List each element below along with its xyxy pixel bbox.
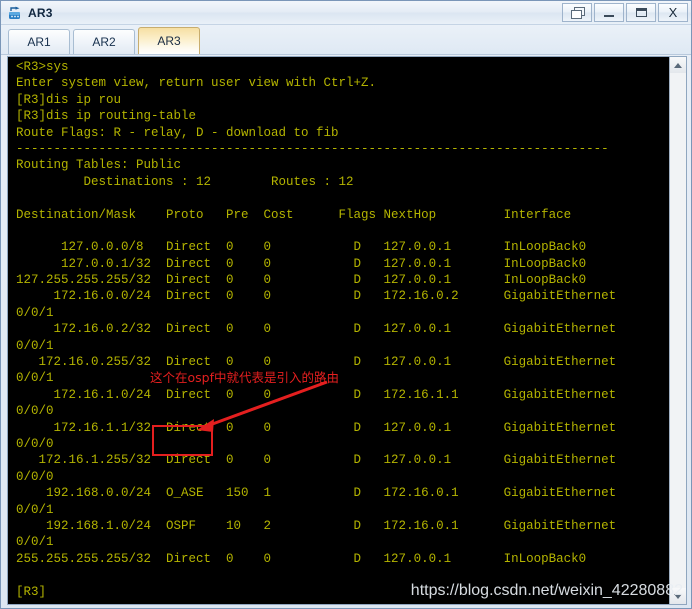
- terminal-output[interactable]: <R3>sys Enter system view, return user vi…: [8, 57, 669, 604]
- tab-ar2[interactable]: AR2: [73, 29, 135, 54]
- terminal-line: 172.16.1.0/24 Direct 0 0 D 172.16.1.1 Gi…: [16, 387, 617, 402]
- scrollbar-track[interactable]: [670, 73, 686, 588]
- terminal-line: [R3]dis ip rou: [16, 92, 122, 107]
- terminal-line: [R3]: [16, 584, 47, 599]
- terminal-line: 127.0.0.1/32 Direct 0 0 D 127.0.0.1 InLo…: [16, 256, 587, 271]
- window-title: AR3: [28, 5, 53, 20]
- terminal-line: Routing Tables: Public: [16, 158, 182, 173]
- restore-icon: [570, 7, 585, 19]
- terminal-line: 172.16.0.0/24 Direct 0 0 D 172.16.0.2 Gi…: [16, 289, 617, 304]
- terminal-line: 0/0/1: [16, 371, 54, 386]
- close-icon: X: [668, 5, 678, 20]
- router-icon: [7, 5, 23, 21]
- terminal-line: Enter system view, return user view with…: [16, 76, 377, 91]
- terminal-panel: <R3>sys Enter system view, return user vi…: [7, 56, 687, 605]
- terminal-line: [R3]dis ip routing-table: [16, 109, 197, 124]
- window-controls: X: [560, 3, 688, 22]
- terminal-line: Destination/Mask Proto Pre Cost Flags Ne…: [16, 207, 572, 222]
- terminal-line: 192.168.0.0/24 O_ASE 150 1 D 172.16.0.1 …: [16, 486, 617, 501]
- terminal-line: Destinations : 12 Routes : 12: [16, 174, 354, 189]
- terminal-line: 0/0/0: [16, 469, 54, 484]
- terminal-scrollbar[interactable]: [669, 57, 686, 604]
- close-button[interactable]: X: [658, 3, 688, 22]
- tab-strip: AR1 AR2 AR3: [1, 25, 691, 55]
- terminal-line: ----------------------------------------…: [16, 141, 609, 156]
- maximize-button[interactable]: [626, 3, 656, 22]
- terminal-line: 0/0/0: [16, 436, 54, 451]
- terminal-line: 127.255.255.255/32 Direct 0 0 D 127.0.0.…: [16, 273, 587, 288]
- terminal-line: Route Flags: R - relay, D - download to …: [16, 125, 339, 140]
- terminal-line: 255.255.255.255/32 Direct 0 0 D 127.0.0.…: [16, 551, 587, 566]
- terminal-line: 172.16.1.1/32 Direct 0 0 D 127.0.0.1 Gig…: [16, 420, 617, 435]
- terminal-line: 172.16.0.2/32 Direct 0 0 D 127.0.0.1 Gig…: [16, 322, 617, 337]
- scroll-up-icon[interactable]: [670, 57, 686, 73]
- minimize-button[interactable]: [594, 3, 624, 22]
- terminal-line: 127.0.0.0/8 Direct 0 0 D 127.0.0.1 InLoo…: [16, 240, 587, 255]
- terminal-line: 172.16.1.255/32 Direct 0 0 D 127.0.0.1 G…: [16, 453, 617, 468]
- router-cli-window: AR3 X AR1 AR2 AR3 <R3>sys Enter system vi…: [0, 0, 692, 609]
- terminal-line: 172.16.0.255/32 Direct 0 0 D 127.0.0.1 G…: [16, 355, 617, 370]
- terminal-line: 192.168.1.0/24 OSPF 10 2 D 172.16.0.1 Gi…: [16, 518, 617, 533]
- terminal-line: 0/0/1: [16, 305, 54, 320]
- terminal-line: <R3>sys: [16, 60, 69, 74]
- terminal-line: 0/0/1: [16, 502, 54, 517]
- scroll-down-icon[interactable]: [670, 588, 686, 604]
- title-bar: AR3 X: [1, 1, 691, 25]
- minimize-icon: [604, 14, 614, 17]
- terminal-line: 0/0/1: [16, 338, 54, 353]
- restore-button[interactable]: [562, 3, 592, 22]
- tab-ar1[interactable]: AR1: [8, 29, 70, 54]
- tab-ar3[interactable]: AR3: [138, 27, 200, 54]
- maximize-icon: [635, 8, 647, 17]
- terminal-line: 0/0/0: [16, 404, 54, 419]
- terminal-line: 0/0/1: [16, 535, 54, 550]
